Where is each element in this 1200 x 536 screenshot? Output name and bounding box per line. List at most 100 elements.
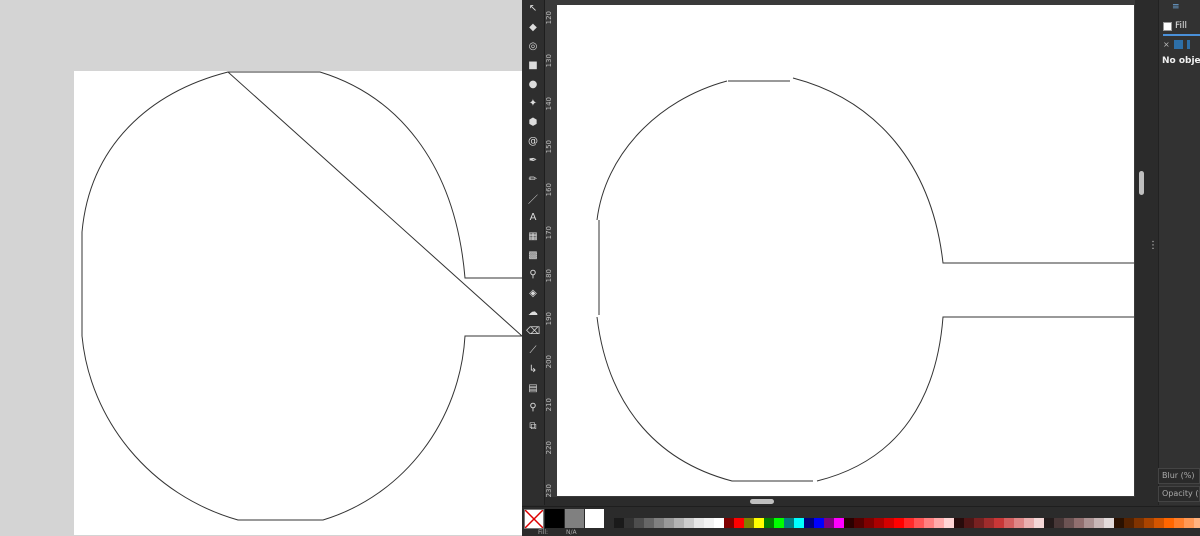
palette-swatch[interactable]	[884, 518, 894, 528]
palette-swatch[interactable]	[694, 518, 704, 528]
gradient-tool[interactable]: ▦	[527, 230, 539, 242]
palette-swatch[interactable]	[964, 518, 974, 528]
opacity-field[interactable]: Opacity (%)	[1158, 486, 1200, 502]
flat-color-button[interactable]	[1173, 39, 1183, 49]
palette-swatch[interactable]	[1164, 518, 1174, 528]
palette-swatch[interactable]	[934, 518, 944, 528]
palette-swatch[interactable]	[814, 518, 824, 528]
palette-swatch[interactable]	[704, 518, 714, 528]
palette-swatch[interactable]	[634, 518, 644, 528]
measure-tool[interactable]: ⟋	[527, 344, 539, 356]
palette-swatch[interactable]	[1084, 518, 1094, 528]
palette-swatch[interactable]	[1124, 518, 1134, 528]
node-tool[interactable]: ◆	[527, 21, 539, 33]
spray-tool[interactable]: ☁	[527, 306, 539, 318]
zoom-tool[interactable]: ⚲	[527, 401, 539, 413]
vertical-ruler[interactable]: 120 130 140 150 160 170 180 190 200 210 220 230	[545, 5, 557, 497]
palette-swatch[interactable]	[834, 518, 844, 528]
eraser-tool[interactable]: ⌫	[526, 325, 540, 337]
palette-swatch[interactable]	[614, 518, 624, 528]
calligraphy-tool[interactable]: ／	[527, 192, 539, 206]
palette-swatch[interactable]	[1044, 518, 1054, 528]
no-paint-button[interactable]: ×	[1163, 40, 1170, 49]
palette-swatch[interactable]	[844, 518, 854, 528]
palette-swatch[interactable]	[1064, 518, 1074, 528]
palette-swatch[interactable]	[744, 518, 754, 528]
palette-swatch[interactable]	[644, 518, 654, 528]
palette-swatch[interactable]	[585, 509, 604, 528]
palette-swatch[interactable]	[714, 518, 724, 528]
connector-tool[interactable]: ↳	[527, 363, 539, 375]
palette-swatch[interactable]	[824, 518, 834, 528]
palette-swatch[interactable]	[674, 518, 684, 528]
palette-swatch[interactable]	[984, 518, 994, 528]
palette-swatch[interactable]	[914, 518, 924, 528]
palette-swatch[interactable]	[794, 518, 804, 528]
palette-swatch[interactable]	[924, 518, 934, 528]
pen-tool[interactable]: ✒	[527, 154, 539, 166]
dropper-tool[interactable]: ⚲	[527, 268, 539, 280]
vertical-scrollbar[interactable]	[1136, 5, 1148, 497]
palette-swatch[interactable]	[944, 518, 954, 528]
palette-swatch[interactable]	[624, 518, 634, 528]
text-tool[interactable]: A	[527, 211, 539, 223]
horizontal-scrollbar-thumb[interactable]	[750, 499, 774, 504]
palette-swatch[interactable]	[954, 518, 964, 528]
palette-swatch[interactable]	[654, 518, 664, 528]
palette-swatch[interactable]	[664, 518, 674, 528]
palette-swatch[interactable]	[1094, 518, 1104, 528]
palette-swatch[interactable]	[764, 518, 774, 528]
selector-tool[interactable]: ↖	[527, 2, 539, 14]
rectangle-tool[interactable]: ■	[527, 59, 539, 71]
blur-field[interactable]: Blur (%)	[1158, 468, 1200, 484]
palette-swatch[interactable]	[1014, 518, 1024, 528]
palette-swatch[interactable]	[774, 518, 784, 528]
palette-swatch[interactable]	[994, 518, 1004, 528]
palette-swatch[interactable]	[1184, 518, 1194, 528]
lpe-tool[interactable]: ⧉	[527, 420, 539, 432]
palette-swatch[interactable]	[1134, 518, 1144, 528]
linear-gradient-button[interactable]	[1186, 39, 1190, 49]
palette-swatch[interactable]	[1104, 518, 1114, 528]
palette-swatch[interactable]	[1114, 518, 1124, 528]
canvas-drawing-shape[interactable]	[557, 5, 1134, 496]
3d-box-tool[interactable]: ⬢	[527, 116, 539, 128]
palette-swatch[interactable]	[734, 518, 744, 528]
palette-swatch[interactable]	[864, 518, 874, 528]
palette-swatch[interactable]	[904, 518, 914, 528]
palette-swatch[interactable]	[804, 518, 814, 528]
palette-swatch[interactable]	[1194, 518, 1200, 528]
palette-swatch[interactable]	[1074, 518, 1084, 528]
palette-swatch[interactable]	[754, 518, 764, 528]
palette-swatch[interactable]	[684, 518, 694, 528]
palette-swatch[interactable]	[1144, 518, 1154, 528]
palette-swatch[interactable]	[724, 518, 734, 528]
palette-swatch[interactable]	[874, 518, 884, 528]
tweak-tool[interactable]: ◎	[527, 40, 539, 52]
pages-tool[interactable]: ▤	[527, 382, 539, 394]
palette-swatch[interactable]	[974, 518, 984, 528]
horizontal-scrollbar[interactable]	[557, 497, 1135, 506]
palette-swatch[interactable]	[1004, 518, 1014, 528]
ellipse-tool[interactable]: ●	[527, 78, 539, 90]
palette-swatch[interactable]	[1054, 518, 1064, 528]
paint-bucket-tool[interactable]: ◈	[527, 287, 539, 299]
palette-swatch[interactable]	[1174, 518, 1184, 528]
palette-swatch[interactable]	[854, 518, 864, 528]
spiral-tool[interactable]: @	[527, 135, 539, 147]
no-paint-swatch[interactable]	[524, 509, 544, 529]
tab-fill[interactable]: Fill	[1163, 18, 1200, 36]
palette-swatch[interactable]	[565, 509, 584, 528]
palette-swatch[interactable]	[1034, 518, 1044, 528]
dock-resize-handle[interactable]: ⋮	[1148, 240, 1158, 260]
palette-swatch[interactable]	[545, 509, 564, 528]
palette-swatch[interactable]	[894, 518, 904, 528]
star-tool[interactable]: ✦	[527, 97, 539, 109]
palette-swatch[interactable]	[1154, 518, 1164, 528]
panel-menu-icon[interactable]: ≡	[1172, 2, 1182, 12]
palette-swatch[interactable]	[1024, 518, 1034, 528]
pencil-tool[interactable]: ✏	[527, 173, 539, 185]
palette-swatch[interactable]	[784, 518, 794, 528]
vertical-scrollbar-thumb[interactable]	[1139, 171, 1144, 195]
mesh-tool[interactable]: ▩	[527, 249, 539, 261]
